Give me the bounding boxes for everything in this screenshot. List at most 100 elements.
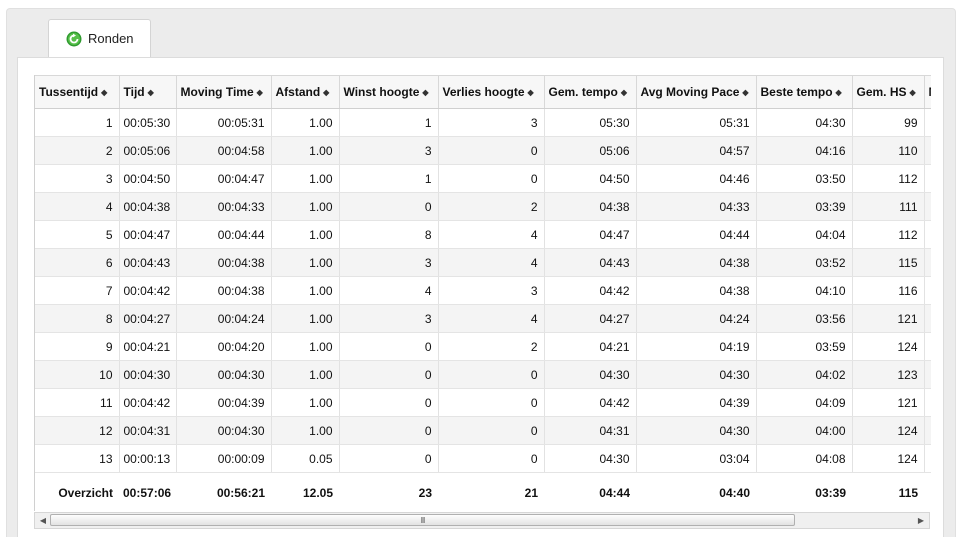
table-cell: 0 [339, 388, 439, 417]
column-header[interactable]: Tijd ◆ [119, 75, 177, 109]
table-cell: 123 [852, 360, 925, 389]
table-cell [924, 192, 931, 221]
sort-arrows-icon[interactable]: ◆ [323, 88, 329, 97]
sort-arrows-icon[interactable]: ◆ [836, 88, 842, 97]
column-header[interactable]: Moving Time ◆ [176, 75, 272, 109]
table-cell [924, 248, 931, 277]
table-cell: 04:10 [756, 276, 853, 305]
table-cell: 04:21 [544, 332, 637, 361]
table-cell: 00:04:44 [176, 220, 272, 249]
sort-arrows-icon[interactable]: ◆ [910, 88, 916, 97]
table-cell: 0 [339, 360, 439, 389]
horizontal-scrollbar[interactable]: ◀ III ▶ [34, 512, 930, 529]
sort-arrows-icon[interactable]: ◆ [528, 88, 534, 97]
column-header[interactable]: Avg Moving Pace ◆ [636, 75, 757, 109]
sort-arrows-icon[interactable]: ◆ [621, 88, 627, 97]
summary-cell: 00:56:21 [176, 472, 271, 511]
sort-arrows-icon[interactable]: ◆ [257, 88, 263, 97]
table-cell: 124 [852, 332, 925, 361]
table-cell: 110 [852, 136, 925, 165]
table-cell: 00:04:38 [176, 248, 272, 277]
table-cell: 00:04:33 [176, 192, 272, 221]
scroll-right-arrow-icon[interactable]: ▶ [913, 513, 929, 528]
column-header[interactable]: Beste tempo ◆ [756, 75, 853, 109]
summary-cell: 115 [852, 472, 924, 511]
table-row: 13 00:00:13 00:00:09 0.05 0 0 04:30 03:04 04:08 1… [35, 444, 931, 473]
table-cell: 8 [35, 304, 120, 333]
table-cell: 04:42 [544, 388, 637, 417]
table-cell: 00:00:13 [119, 444, 177, 473]
table-cell: 8 [339, 220, 439, 249]
column-header-label: Gem. tempo [548, 85, 618, 99]
column-header[interactable]: M◆ [924, 75, 932, 109]
column-header-label: M [929, 85, 932, 99]
table-cell: 1.00 [271, 220, 340, 249]
table-row: 7 00:04:42 00:04:38 1.00 4 3 04:42 04:38 04:10 11… [35, 276, 931, 305]
table-cell: 11 [35, 388, 120, 417]
table-header-row: Tussentijd ◆ Tijd ◆ Moving Time ◆ Afstand ◆ Wins… [35, 75, 932, 109]
column-header-label: Moving Time [180, 85, 254, 99]
table-cell: 04:33 [636, 192, 757, 221]
sort-arrows-icon[interactable]: ◆ [101, 88, 107, 97]
scrollbar-thumb[interactable]: III [50, 514, 795, 526]
table-cell: 04:43 [544, 248, 637, 277]
summary-cell [924, 472, 931, 511]
table-cell: 0 [339, 416, 439, 445]
table-cell: 04:30 [544, 360, 637, 389]
table-cell: 04:00 [756, 416, 853, 445]
tab-label: Ronden [88, 31, 134, 46]
summary-cell: 21 [438, 472, 544, 511]
column-header[interactable]: Tussentijd ◆ [35, 75, 120, 109]
table-cell: 00:04:43 [119, 248, 177, 277]
table-cell [924, 220, 931, 249]
scrollbar-grip: III [420, 515, 426, 525]
table-cell: 3 [339, 304, 439, 333]
table-cell: 00:05:31 [176, 108, 272, 137]
table-row: 10 00:04:30 00:04:30 1.00 0 0 04:30 04:30 04:02 1… [35, 360, 931, 389]
table-cell: 03:56 [756, 304, 853, 333]
table-cell: 04:30 [636, 416, 757, 445]
table-cell: 4 [438, 220, 545, 249]
tab-ronden[interactable]: Ronden [48, 19, 151, 57]
table-cell: 124 [852, 416, 925, 445]
table-cell: 111 [852, 192, 925, 221]
sort-arrows-icon[interactable]: ◆ [742, 88, 748, 97]
table-cell: 00:00:09 [176, 444, 272, 473]
table-cell: 3 [339, 136, 439, 165]
column-header[interactable]: Afstand ◆ [271, 75, 340, 109]
table-cell: 10 [35, 360, 120, 389]
table-cell: 121 [852, 388, 925, 417]
table-cell: 04:27 [544, 304, 637, 333]
sort-arrows-icon[interactable]: ◆ [148, 88, 154, 97]
table-cell [924, 108, 931, 137]
column-header[interactable]: Verlies hoogte ◆ [438, 75, 545, 109]
table-cell: 04:50 [544, 164, 637, 193]
column-header-label: Winst hoogte [343, 85, 420, 99]
table-cell: 2 [438, 192, 545, 221]
table-row: 4 00:04:38 00:04:33 1.00 0 2 04:38 04:33 03:39 11… [35, 192, 931, 221]
refresh-icon [66, 31, 82, 46]
table-cell: 04:38 [544, 192, 637, 221]
table-cell: 0 [438, 444, 545, 473]
laps-table-viewport: Tussentijd ◆ Tijd ◆ Moving Time ◆ Afstand ◆ Wins… [34, 75, 931, 511]
table-cell: 0.05 [271, 444, 340, 473]
table-cell: 00:04:38 [176, 276, 272, 305]
column-header[interactable]: Winst hoogte ◆ [339, 75, 439, 109]
sort-arrows-icon[interactable]: ◆ [422, 88, 428, 97]
table-cell: 04:30 [756, 108, 853, 137]
scroll-left-arrow-icon[interactable]: ◀ [35, 513, 51, 528]
table-cell: 1.00 [271, 276, 340, 305]
column-header[interactable]: Gem. tempo ◆ [544, 75, 637, 109]
table-cell: 1.00 [271, 248, 340, 277]
table-row: 2 00:05:06 00:04:58 1.00 3 0 05:06 04:57 04:16 11… [35, 136, 931, 165]
table-cell: 00:05:06 [119, 136, 177, 165]
table-cell: 1.00 [271, 332, 340, 361]
table-cell: 1 [35, 108, 120, 137]
table-cell: 00:05:30 [119, 108, 177, 137]
table-cell: 05:31 [636, 108, 757, 137]
table-cell: 05:06 [544, 136, 637, 165]
table-cell: 04:38 [636, 248, 757, 277]
table-cell: 04:44 [636, 220, 757, 249]
table-cell: 00:04:47 [176, 164, 272, 193]
column-header[interactable]: Gem. HS ◆ [852, 75, 925, 109]
